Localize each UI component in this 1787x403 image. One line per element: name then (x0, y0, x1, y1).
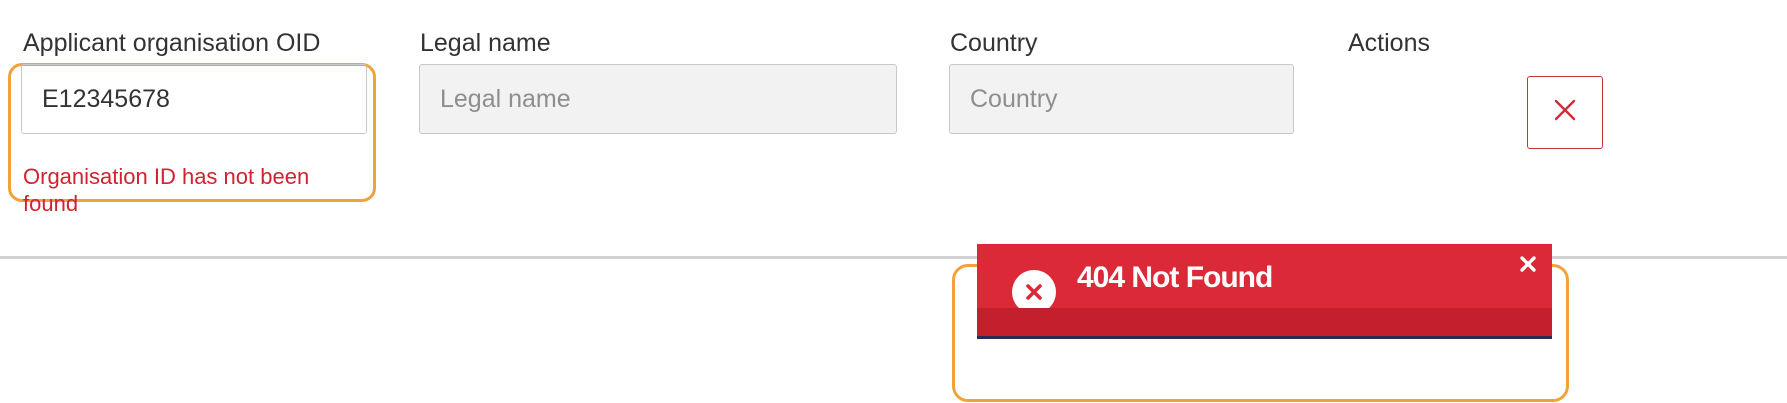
actions-column-label: Actions (1348, 29, 1430, 57)
toast-progress-bar (977, 308, 1552, 339)
close-icon (1520, 255, 1536, 277)
organisation-row-form: Applicant organisation OID Legal name Co… (0, 0, 1787, 403)
error-toast: 404 Not Found (977, 244, 1552, 339)
legal-name-column-label: Legal name (420, 29, 551, 57)
remove-row-button[interactable] (1527, 76, 1603, 149)
oid-error-message: Organisation ID has not been found (23, 164, 310, 216)
toast-title: 404 Not Found (1077, 261, 1273, 294)
oid-column-label: Applicant organisation OID (23, 29, 321, 57)
toast-close-button[interactable] (1516, 254, 1540, 278)
country-column-label: Country (950, 29, 1038, 57)
close-icon (1553, 98, 1577, 127)
oid-input[interactable]: E12345678 (21, 64, 367, 134)
legal-name-input: Legal name (419, 64, 897, 134)
country-input: Country (949, 64, 1294, 134)
